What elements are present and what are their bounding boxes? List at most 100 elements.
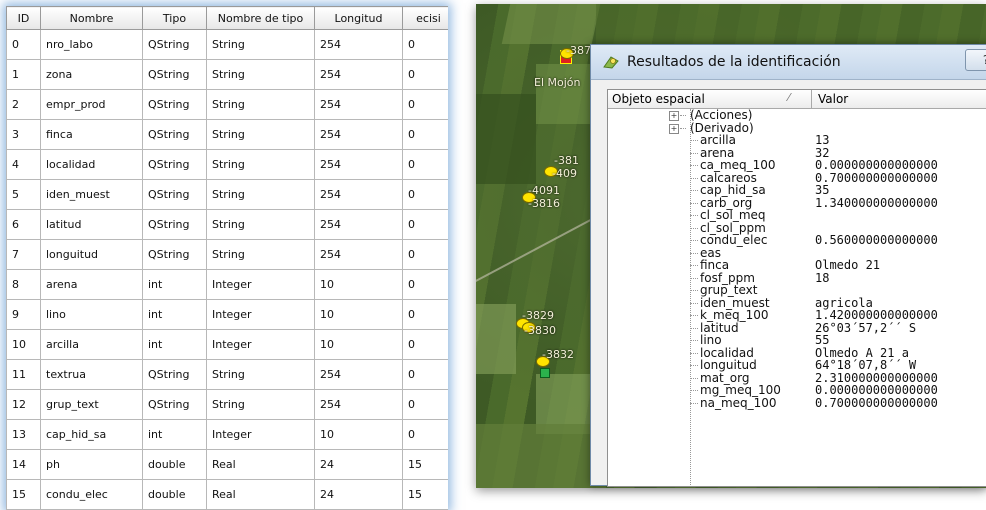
results-tree[interactable]: Objeto espacial ⁄ Valor + (Acciones) + (Der… bbox=[607, 89, 986, 487]
cell-precision[interactable]: 0 bbox=[402, 359, 448, 390]
cell-tipo[interactable]: int bbox=[142, 329, 207, 360]
col-header-id[interactable]: ID bbox=[6, 6, 41, 30]
cell-tipo[interactable]: QString bbox=[142, 29, 207, 60]
cell-id[interactable]: 0 bbox=[6, 29, 41, 60]
table-row[interactable]: 10 arcilla int Integer 10 0 bbox=[6, 329, 448, 360]
cell-longitud[interactable]: 254 bbox=[314, 59, 403, 90]
cell-precision[interactable]: 0 bbox=[402, 239, 448, 270]
dialog-titlebar[interactable]: Resultados de la identificación ? bbox=[591, 45, 986, 80]
cell-tipo[interactable]: QString bbox=[142, 119, 207, 150]
cell-id[interactable]: 8 bbox=[6, 269, 41, 300]
cell-tipo[interactable]: QString bbox=[142, 179, 207, 210]
cell-longitud[interactable]: 254 bbox=[314, 89, 403, 120]
table-row[interactable]: 15 condu_elec double Real 24 15 bbox=[6, 479, 448, 510]
cell-longitud[interactable]: 24 bbox=[314, 479, 403, 510]
cell-id[interactable]: 9 bbox=[6, 299, 41, 330]
cell-precision[interactable]: 15 bbox=[402, 479, 448, 510]
cell-nombre-de-tipo[interactable]: String bbox=[206, 89, 315, 120]
table-row[interactable]: 5 iden_muest QString String 254 0 bbox=[6, 179, 448, 210]
cell-precision[interactable]: 0 bbox=[402, 389, 448, 420]
cell-id[interactable]: 10 bbox=[6, 329, 41, 360]
cell-precision[interactable]: 0 bbox=[402, 299, 448, 330]
cell-id[interactable]: 1 bbox=[6, 59, 41, 90]
cell-tipo[interactable]: QString bbox=[142, 239, 207, 270]
col-header-tipo[interactable]: Tipo bbox=[142, 6, 207, 30]
cell-longitud[interactable]: 254 bbox=[314, 359, 403, 390]
table-row[interactable]: 13 cap_hid_sa int Integer 10 0 bbox=[6, 419, 448, 450]
table-row[interactable]: 0 nro_labo QString String 254 0 bbox=[6, 29, 448, 60]
col-header-feature[interactable]: Objeto espacial bbox=[612, 92, 705, 106]
tree-attribute-row[interactable]: arcilla 13 bbox=[608, 134, 986, 147]
cell-longitud[interactable]: 254 bbox=[314, 179, 403, 210]
identify-results-dialog[interactable]: Resultados de la identificación ? Objeto… bbox=[590, 44, 986, 487]
cell-longitud[interactable]: 254 bbox=[314, 29, 403, 60]
tree-attribute-row[interactable]: finca Olmedo 21 bbox=[608, 259, 986, 272]
cell-longitud[interactable]: 10 bbox=[314, 269, 403, 300]
cell-nombre-de-tipo[interactable]: Integer bbox=[206, 419, 315, 450]
table-row[interactable]: 3 finca QString String 254 0 bbox=[6, 119, 448, 150]
cell-nombre[interactable]: ph bbox=[40, 449, 143, 480]
table-row[interactable]: 1 zona QString String 254 0 bbox=[6, 59, 448, 90]
cell-precision[interactable]: 0 bbox=[402, 209, 448, 240]
cell-nombre-de-tipo[interactable]: String bbox=[206, 29, 315, 60]
table-row[interactable]: 7 longuitud QString String 254 0 bbox=[6, 239, 448, 270]
tree-attribute-row[interactable]: ca_meq_100 0.000000000000000 bbox=[608, 159, 986, 172]
col-header-nombre[interactable]: Nombre bbox=[40, 6, 143, 30]
cell-tipo[interactable]: QString bbox=[142, 209, 207, 240]
cell-longitud[interactable]: 254 bbox=[314, 119, 403, 150]
tree-attribute-row[interactable]: calcareos 0.700000000000000 bbox=[608, 171, 986, 185]
cell-nombre[interactable]: localidad bbox=[40, 149, 143, 180]
cell-id[interactable]: 15 bbox=[6, 479, 41, 510]
cell-precision[interactable]: 0 bbox=[402, 329, 448, 360]
tree-group-row[interactable]: + (Derivado) bbox=[608, 121, 986, 135]
cell-nombre[interactable]: nro_labo bbox=[40, 29, 143, 60]
cell-nombre-de-tipo[interactable]: Real bbox=[206, 449, 315, 480]
cell-nombre-de-tipo[interactable]: String bbox=[206, 179, 315, 210]
table-row[interactable]: 4 localidad QString String 254 0 bbox=[6, 149, 448, 180]
cell-nombre[interactable]: arcilla bbox=[40, 329, 143, 360]
cell-precision[interactable]: 0 bbox=[402, 179, 448, 210]
cell-tipo[interactable]: double bbox=[142, 449, 207, 480]
cell-nombre-de-tipo[interactable]: Integer bbox=[206, 269, 315, 300]
tree-group-row[interactable]: + (Acciones) bbox=[608, 109, 986, 122]
tree-attribute-row[interactable]: mg_meq_100 0.000000000000000 bbox=[608, 384, 986, 397]
cell-nombre[interactable]: empr_prod bbox=[40, 89, 143, 120]
table-row[interactable]: 12 grup_text QString String 254 0 bbox=[6, 389, 448, 420]
tree-attribute-row[interactable]: fosf_ppm 18 bbox=[608, 271, 986, 285]
table-row[interactable]: 6 latitud QString String 254 0 bbox=[6, 209, 448, 240]
cell-longitud[interactable]: 254 bbox=[314, 209, 403, 240]
col-header-nombre-de-tipo[interactable]: Nombre de tipo bbox=[206, 6, 315, 30]
expand-plus-icon[interactable]: + bbox=[669, 123, 679, 134]
tree-attribute-row[interactable]: condu_elec 0.560000000000000 bbox=[608, 234, 986, 247]
table-row[interactable]: 2 empr_prod QString String 254 0 bbox=[6, 89, 448, 120]
cell-nombre-de-tipo[interactable]: String bbox=[206, 59, 315, 90]
col-header-precision[interactable]: ecisi bbox=[402, 6, 448, 30]
cell-nombre[interactable]: finca bbox=[40, 119, 143, 150]
cell-nombre-de-tipo[interactable]: String bbox=[206, 209, 315, 240]
cell-longitud[interactable]: 24 bbox=[314, 449, 403, 480]
col-header-longitud[interactable]: Longitud bbox=[314, 6, 403, 30]
cell-tipo[interactable]: QString bbox=[142, 389, 207, 420]
cell-nombre-de-tipo[interactable]: Integer bbox=[206, 329, 315, 360]
cell-tipo[interactable]: int bbox=[142, 419, 207, 450]
cell-nombre-de-tipo[interactable]: String bbox=[206, 359, 315, 390]
cell-tipo[interactable]: int bbox=[142, 299, 207, 330]
cell-id[interactable]: 13 bbox=[6, 419, 41, 450]
cell-nombre-de-tipo[interactable]: String bbox=[206, 119, 315, 150]
tree-attribute-row[interactable]: na_meq_100 0.700000000000000 bbox=[608, 396, 986, 410]
column-divider[interactable] bbox=[811, 90, 812, 108]
cell-tipo[interactable]: double bbox=[142, 479, 207, 510]
cell-id[interactable]: 5 bbox=[6, 179, 41, 210]
cell-nombre[interactable]: iden_muest bbox=[40, 179, 143, 210]
cell-id[interactable]: 14 bbox=[6, 449, 41, 480]
cell-id[interactable]: 7 bbox=[6, 239, 41, 270]
cell-precision[interactable]: 0 bbox=[402, 419, 448, 450]
cell-nombre-de-tipo[interactable]: String bbox=[206, 239, 315, 270]
table-row[interactable]: 8 arena int Integer 10 0 bbox=[6, 269, 448, 300]
table-row[interactable]: 11 textrua QString String 254 0 bbox=[6, 359, 448, 390]
cell-nombre[interactable]: zona bbox=[40, 59, 143, 90]
tree-attribute-row[interactable]: k_meq_100 1.420000000000000 bbox=[608, 309, 986, 322]
cell-nombre-de-tipo[interactable]: String bbox=[206, 389, 315, 420]
cell-tipo[interactable]: int bbox=[142, 269, 207, 300]
cell-longitud[interactable]: 254 bbox=[314, 389, 403, 420]
